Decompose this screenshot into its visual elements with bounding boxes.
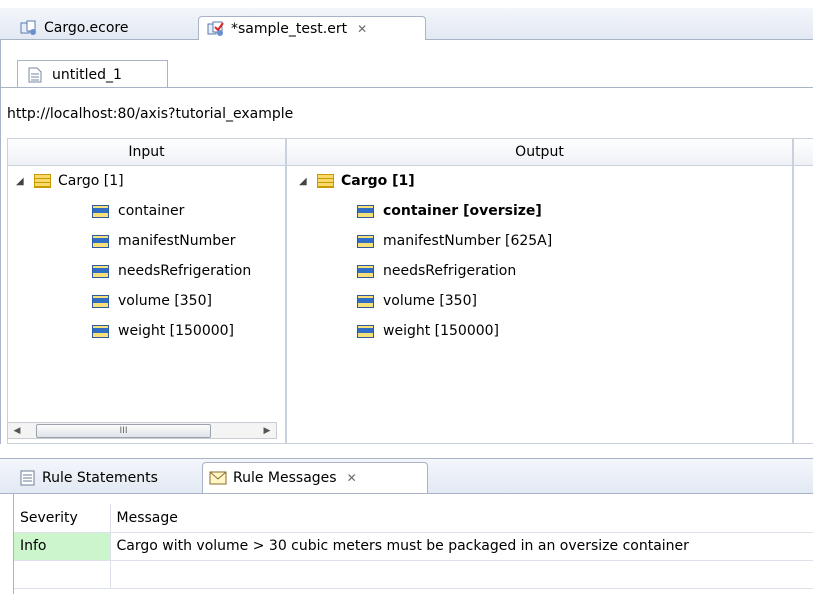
ecore-file-icon xyxy=(20,20,38,36)
attribute-icon xyxy=(357,324,374,338)
test-editor: untitled_1 http://localhost:80/axis?tuto… xyxy=(0,40,813,444)
attribute-icon xyxy=(357,294,374,308)
expand-triangle-icon[interactable]: ◢ xyxy=(299,176,311,187)
node-label: manifestNumber [625A] xyxy=(383,233,553,249)
node-label: needsRefrigeration xyxy=(383,263,517,279)
node-label: Cargo [1] xyxy=(341,173,415,189)
tree-node-attribute[interactable]: container xyxy=(92,200,184,222)
tree-node-attribute[interactable]: needsRefrigeration xyxy=(357,260,516,282)
attribute-icon xyxy=(92,234,109,248)
column-header-severity[interactable]: Severity xyxy=(14,504,111,533)
table-row[interactable]: Info Cargo with volume > 30 cubic meters… xyxy=(14,532,813,561)
document-icon xyxy=(28,67,42,83)
class-icon xyxy=(34,174,51,188)
node-label: container [oversize] xyxy=(383,203,542,219)
expand-triangle-icon[interactable]: ◢ xyxy=(16,176,28,187)
tab-sample-test[interactable]: *sample_test.ert ✕ xyxy=(198,16,426,40)
output-tree: ◢ Cargo [1] container [oversize] manifes… xyxy=(286,166,793,444)
node-label: Cargo [1] xyxy=(58,173,124,189)
divider xyxy=(1,87,813,88)
subtab-label: untitled_1 xyxy=(52,66,122,83)
node-label: weight [150000] xyxy=(383,323,500,339)
envelope-icon xyxy=(209,470,227,486)
tree-node-attribute[interactable]: weight [150000] xyxy=(92,320,234,342)
view-tab-bar: Rule Statements Rule Messages ✕ xyxy=(0,446,813,494)
severity-cell: Info xyxy=(14,532,111,561)
attribute-icon xyxy=(92,294,109,308)
node-label: volume [350] xyxy=(383,293,477,309)
tab-label: Rule Messages xyxy=(233,470,337,486)
close-icon[interactable]: ✕ xyxy=(347,471,357,485)
tab-label: *sample_test.ert xyxy=(231,20,348,37)
attribute-icon xyxy=(92,324,109,338)
tree-node-cargo[interactable]: ◢ Cargo [1] xyxy=(16,170,124,192)
tab-cargo-ecore[interactable]: Cargo.ecore xyxy=(12,16,194,40)
scroll-left-icon[interactable]: ◀ xyxy=(9,424,25,438)
tree-node-cargo[interactable]: ◢ Cargo [1] xyxy=(299,170,415,192)
node-label: volume [350] xyxy=(118,293,212,309)
table-row-empty xyxy=(14,560,813,589)
tree-node-attribute[interactable]: manifestNumber xyxy=(92,230,236,252)
rule-test-file-icon xyxy=(207,21,225,37)
tab-untitled-1[interactable]: untitled_1 xyxy=(17,60,168,88)
attribute-icon xyxy=(357,204,374,218)
rule-messages-table: Severity Message Info Cargo with volume … xyxy=(14,504,813,589)
service-url: http://localhost:80/axis?tutorial_exampl… xyxy=(7,106,294,122)
input-column-header[interactable]: Input xyxy=(7,138,286,166)
class-icon xyxy=(317,174,334,188)
rule-statements-icon xyxy=(20,470,36,486)
extra-column-header xyxy=(793,138,813,166)
input-tree: ◢ Cargo [1] container manifestNumber nee… xyxy=(7,166,286,444)
attribute-icon xyxy=(92,264,109,278)
node-label: manifestNumber xyxy=(118,233,236,249)
extra-column-pane xyxy=(793,166,813,444)
close-icon[interactable]: ✕ xyxy=(357,22,367,36)
node-label: weight [150000] xyxy=(118,323,235,339)
tree-node-attribute[interactable]: manifestNumber [625A] xyxy=(357,230,552,252)
output-column-header[interactable]: Output xyxy=(286,138,793,166)
tree-node-attribute[interactable]: weight [150000] xyxy=(357,320,499,342)
attribute-icon xyxy=(357,234,374,248)
tab-rule-statements[interactable]: Rule Statements xyxy=(14,462,200,493)
message-cell: Cargo with volume > 30 cubic meters must… xyxy=(110,532,813,561)
column-header-message[interactable]: Message xyxy=(110,504,813,533)
node-label: container xyxy=(118,203,185,219)
tree-node-attribute[interactable]: container [oversize] xyxy=(357,200,542,222)
attribute-icon xyxy=(357,264,374,278)
node-label: needsRefrigeration xyxy=(118,263,252,279)
tab-label: Rule Statements xyxy=(42,469,158,486)
tree-node-attribute[interactable]: volume [350] xyxy=(357,290,477,312)
scroll-thumb[interactable]: III xyxy=(36,424,211,438)
tab-label: Cargo.ecore xyxy=(44,20,129,36)
editor-tab-bar: Cargo.ecore *sample_test.ert ✕ xyxy=(0,0,813,40)
scroll-right-icon[interactable]: ▶ xyxy=(259,424,275,438)
table-header-row: Severity Message xyxy=(14,504,813,533)
tree-node-attribute[interactable]: needsRefrigeration xyxy=(92,260,251,282)
attribute-icon xyxy=(92,204,109,218)
tab-rule-messages[interactable]: Rule Messages ✕ xyxy=(202,462,428,493)
horizontal-scrollbar[interactable]: ◀ III ▶ xyxy=(7,422,277,439)
tree-node-attribute[interactable]: volume [350] xyxy=(92,290,212,312)
